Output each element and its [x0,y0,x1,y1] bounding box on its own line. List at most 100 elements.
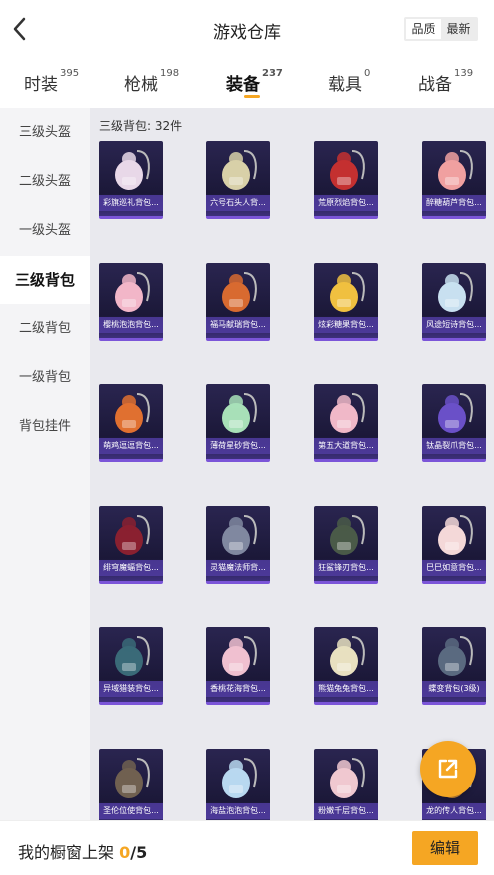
backpack-item[interactable]: 巳巳如意背包... [422,506,486,584]
backpack-icon [330,636,365,676]
tab-fashion[interactable]: 时装395 [24,68,80,95]
backpack-item-name: 风途短诗背包... [422,317,486,333]
backpack-card: 钛晶裂爪背包... [422,384,486,462]
backpack-card: 第五大道背包... [314,384,378,462]
sort-option-newest[interactable]: 最新 [441,19,476,39]
backpack-icon [222,393,257,433]
tab-combat-supplies[interactable]: 战备139 [418,68,473,95]
backpack-icon [438,515,473,555]
backpack-item[interactable]: 圣伦位使背包... [99,749,163,820]
backpack-card: 圣伦位使背包... [99,749,163,820]
backpack-icon [438,636,473,676]
backpack-icon [330,515,365,555]
bottom-bar: 我的橱窗上架 0/5 编辑 [0,820,494,875]
sort-option-quality[interactable]: 品质 [406,19,441,39]
backpack-item-name: 醉糖葫芦背包... [422,195,486,211]
backpack-card: 醉糖葫芦背包... [422,141,486,219]
backpack-item[interactable]: 六号石头人背... [206,141,270,219]
backpack-item-name: 异域猎装背包... [99,681,163,697]
tab-count: 0 [364,68,371,79]
backpack-card: 海盐泡泡背包... [206,749,270,820]
backpack-item-name: 香桃花海背包... [206,681,270,697]
backpack-item-name: 熊猫兔兔背包... [314,681,378,697]
backpack-item-name: 六号石头人背... [206,195,270,211]
backpack-item[interactable]: 钛晶裂爪背包... [422,384,486,462]
backpack-item-name: 樱桃泡泡背包... [99,317,163,333]
backpack-item[interactable]: 粉嫩千层背包... [314,749,378,820]
backpack-item[interactable]: 炫彩糖果背包... [314,263,378,341]
backpack-icon [115,515,150,555]
backpack-card: 薄荷星砂背包... [206,384,270,462]
backpack-item-name: 粉嫩千层背包... [314,803,378,819]
backpack-item[interactable]: 萌鸡逗逗背包... [99,384,163,462]
sort-toggle[interactable]: 品质 最新 [404,17,478,41]
backpack-card: 熊猫兔兔背包... [314,627,378,705]
backpack-icon [115,272,150,312]
backpack-item[interactable]: 荒原烈焰背包... [314,141,378,219]
backpack-item-name: 绯穹魔蝠背包... [99,560,163,576]
backpack-card: 蝶变背包(3级) [422,627,486,705]
backpack-item[interactable]: 福马献瑞背包... [206,263,270,341]
backpack-card: 香桃花海背包... [206,627,270,705]
backpack-icon [222,150,257,190]
backpack-card: 绯穹魔蝠背包... [99,506,163,584]
sidebar-item-backpack-pendant[interactable]: 背包挂件 [0,403,90,451]
backpack-item-name: 薄荷星砂背包... [206,438,270,454]
backpack-item[interactable]: 灵猫魔法师背... [206,506,270,584]
backpack-item-name: 萌鸡逗逗背包... [99,438,163,454]
tab-equipment[interactable]: 装备237 [226,68,283,95]
backpack-item[interactable]: 绯穹魔蝠背包... [99,506,163,584]
tab-count: 198 [160,68,180,79]
backpack-icon [438,393,473,433]
sidebar: 三级头盔 二级头盔 一级头盔 三级背包 二级背包 一级背包 背包挂件 [0,108,90,820]
backpack-item[interactable]: 醉糖葫芦背包... [422,141,486,219]
backpack-item[interactable]: 樱桃泡泡背包... [99,263,163,341]
tab-count: 395 [60,68,80,79]
backpack-item[interactable]: 狂鲨锋刃背包... [314,506,378,584]
backpack-item[interactable]: 熊猫兔兔背包... [314,627,378,705]
sidebar-item-helmet-lv2[interactable]: 二级头盔 [0,158,90,206]
backpack-item[interactable]: 海盐泡泡背包... [206,749,270,820]
tab-vehicles[interactable]: 载具0 [328,68,371,95]
backpack-card: 六号石头人背... [206,141,270,219]
backpack-card: 樱桃泡泡背包... [99,263,163,341]
sidebar-item-backpack-lv3[interactable]: 三级背包 [0,256,90,304]
backpack-icon [115,150,150,190]
backpack-item[interactable]: 风途短诗背包... [422,263,486,341]
backpack-icon [115,636,150,676]
backpack-card: 荒原烈焰背包... [314,141,378,219]
backpack-item[interactable]: 薄荷星砂背包... [206,384,270,462]
backpack-icon [330,758,365,798]
showcase-total: /5 [130,843,148,862]
backpack-item-name: 彩旗巡礼背包... [99,195,163,211]
backpack-item[interactable]: 彩旗巡礼背包... [99,141,163,219]
edit-button[interactable]: 编辑 [412,831,478,865]
backpack-item-name: 灵猫魔法师背... [206,560,270,576]
sidebar-item-helmet-lv3[interactable]: 三级头盔 [0,109,90,157]
tab-label: 装备 [226,75,260,95]
backpack-icon [330,393,365,433]
backpack-icon [330,150,365,190]
showcase-label: 我的橱窗上架 [18,843,115,862]
share-external-icon [438,759,458,779]
backpack-icon [222,636,257,676]
sidebar-item-helmet-lv1[interactable]: 一级头盔 [0,207,90,255]
backpack-icon [115,393,150,433]
tab-label: 战备 [418,75,452,95]
tab-firearms[interactable]: 枪械198 [124,68,180,95]
sidebar-item-backpack-lv2[interactable]: 二级背包 [0,305,90,353]
share-button[interactable] [420,741,476,797]
tab-label: 载具 [328,75,362,95]
backpack-card: 巳巳如意背包... [422,506,486,584]
sidebar-item-backpack-lv1[interactable]: 一级背包 [0,354,90,402]
backpack-item[interactable]: 异域猎装背包... [99,627,163,705]
backpack-item[interactable]: 香桃花海背包... [206,627,270,705]
backpack-item[interactable]: 蝶变背包(3级) [422,627,486,705]
backpack-card: 狂鲨锋刃背包... [314,506,378,584]
tab-count: 237 [262,68,283,79]
tab-label: 时装 [24,75,58,95]
backpack-item[interactable]: 第五大道背包... [314,384,378,462]
backpack-item-name: 圣伦位使背包... [99,803,163,819]
backpack-item-name: 蝶变背包(3级) [422,681,486,697]
backpack-item-name: 第五大道背包... [314,438,378,454]
